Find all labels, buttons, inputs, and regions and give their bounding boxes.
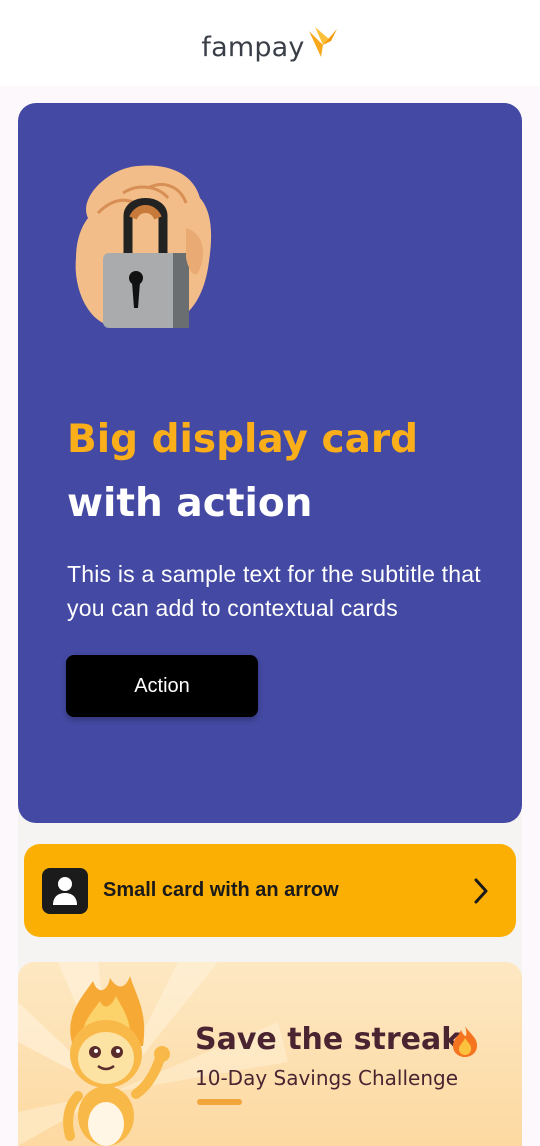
brand-name: fampay — [201, 32, 305, 63]
big-card-subtitle: This is a sample text for the subtitle t… — [67, 561, 481, 621]
fampay-logo: fampay — [201, 25, 338, 63]
small-card-label: Small card with an arrow — [103, 879, 339, 901]
flame-mascot — [63, 976, 170, 1146]
chevron-right-icon[interactable] — [470, 876, 492, 906]
big-card-title-accent: Big display card — [67, 417, 419, 462]
streak-banner-card[interactable]: Save the streak 10-Day Savings Challenge — [18, 962, 522, 1146]
big-card-title: Big display card with action — [67, 408, 507, 536]
streak-subtitle: 10-Day Savings Challenge — [195, 1066, 458, 1090]
streak-underline — [197, 1099, 242, 1105]
small-arrow-card[interactable]: Small card with an arrow — [24, 844, 516, 937]
big-card-title-plain: with action — [67, 481, 313, 526]
flame-icon — [453, 1026, 478, 1057]
user-icon — [42, 867, 88, 914]
big-display-card[interactable]: Big display card with action This is a s… — [18, 103, 522, 823]
padlock-in-hand-icon — [75, 165, 212, 328]
streak-title: Save the streak — [195, 1022, 462, 1057]
fampay-bird-icon — [308, 27, 337, 57]
action-button[interactable]: Action — [66, 655, 258, 717]
app-header: fampay — [0, 0, 540, 86]
